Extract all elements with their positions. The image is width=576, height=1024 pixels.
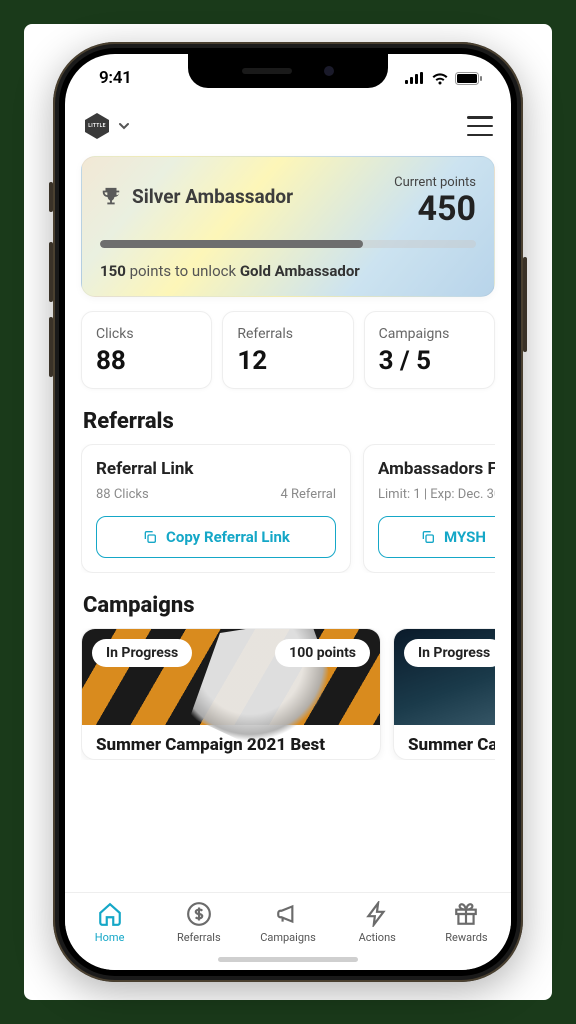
brand-dropdown[interactable]: LITTLE [83,112,131,140]
stat-label: Referrals [237,326,338,342]
stat-value: 88 [96,346,197,376]
phone-side-button [49,317,53,377]
notch [188,54,388,88]
tier-progress-fill [100,240,363,248]
nav-rewards[interactable]: Rewards [422,901,511,944]
points-badge: 100 points [275,639,370,667]
nav-label: Home [95,931,125,944]
campaign-card[interactable]: In Progress 100 points Summer Campaign 2… [81,628,381,760]
cellular-icon [405,72,425,84]
phone-side-button [49,242,53,302]
nav-label: Referrals [177,931,221,944]
phone-side-button [523,257,527,352]
points-value: 450 [394,192,476,226]
campaign-image: In Progress [394,629,495,725]
status-time: 9:41 [99,68,132,88]
referral-card-title: Ambassadors Frie [378,459,495,479]
status-badge: In Progress [404,639,495,667]
unlock-text: 150 points to unlock Gold Ambassador [100,262,476,280]
status-icons [405,72,483,85]
copy-icon [142,529,158,545]
status-badge: In Progress [92,639,192,667]
nav-label: Rewards [445,931,487,944]
stat-campaigns[interactable]: Campaigns 3 / 5 [364,311,495,389]
nav-label: Campaigns [260,931,316,944]
menu-button[interactable] [467,116,493,136]
nav-label: Actions [359,931,396,944]
referral-card[interactable]: Referral Link 88 Clicks 4 Referral Copy … [81,444,351,573]
referral-card-sub: 88 Clicks 4 Referral [96,487,336,502]
nav-campaigns[interactable]: Campaigns [243,901,332,944]
stat-value: 3 / 5 [379,346,480,376]
main-scroll[interactable]: Silver Ambassador Current points 450 150… [65,150,511,892]
campaign-image: In Progress 100 points [82,629,380,725]
phone-inner: 9:41 LITTLE [59,48,517,976]
stats-row: Clicks 88 Referrals 12 Campaigns 3 / 5 [81,311,495,389]
tier-progress [100,240,476,248]
home-indicator[interactable] [218,957,358,962]
phone-side-button [49,182,53,212]
campaign-title: Summer Campaign 2021 Best [96,735,366,755]
lightning-icon [364,901,390,927]
points-label: Current points [394,175,476,190]
stat-referrals[interactable]: Referrals 12 [222,311,353,389]
wifi-icon [431,72,449,85]
dollar-icon [186,901,212,927]
document-frame: 9:41 LITTLE [24,24,552,1000]
campaign-card[interactable]: In Progress Summer Ca [393,628,495,760]
nav-home[interactable]: Home [65,901,154,944]
copy-code-button[interactable]: MYSH [378,516,495,558]
bottom-nav: Home Referrals Campaigns Actions [65,892,511,970]
stat-label: Campaigns [379,326,480,342]
topbar: LITTLE [65,102,511,150]
campaign-title: Summer Ca [408,735,495,755]
copy-icon [420,529,436,545]
trophy-icon [100,186,122,208]
section-title-referrals: Referrals [83,409,495,434]
nav-actions[interactable]: Actions [333,901,422,944]
stat-value: 12 [237,346,338,376]
tier-card[interactable]: Silver Ambassador Current points 450 150… [81,156,495,297]
brand-logo: LITTLE [83,112,111,140]
chevron-down-icon [117,119,131,133]
home-icon [97,901,123,927]
gift-icon [453,901,479,927]
megaphone-icon [275,901,301,927]
stat-clicks[interactable]: Clicks 88 [81,311,212,389]
section-title-campaigns: Campaigns [83,593,495,618]
referrals-row[interactable]: Referral Link 88 Clicks 4 Referral Copy … [81,444,495,573]
tier-name: Silver Ambassador [100,185,293,208]
referral-card-title: Referral Link [96,459,336,479]
campaigns-row[interactable]: In Progress 100 points Summer Campaign 2… [81,628,495,760]
nav-referrals[interactable]: Referrals [154,901,243,944]
referral-card[interactable]: Ambassadors Frie Limit: 1 | Exp: Dec. 30… [363,444,495,573]
battery-icon [455,72,483,85]
copy-referral-button[interactable]: Copy Referral Link [96,516,336,558]
referral-card-sub: Limit: 1 | Exp: Dec. 30 [378,487,495,502]
screen: 9:41 LITTLE [65,54,511,970]
phone-bezel: 9:41 LITTLE [53,42,523,982]
stat-label: Clicks [96,326,197,342]
